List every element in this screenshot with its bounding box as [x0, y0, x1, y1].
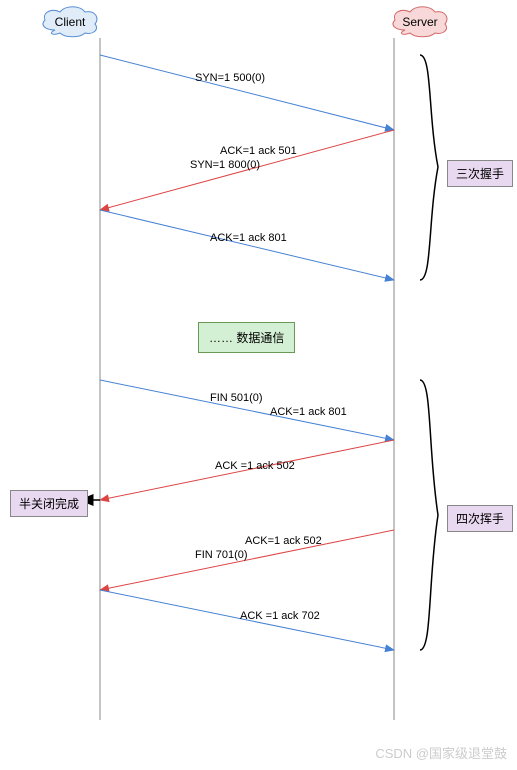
wave-brace: [420, 380, 438, 650]
fin1-arrow: [100, 380, 394, 440]
halfclose-label-box: 半关闭完成: [10, 490, 88, 517]
server-label: Server: [402, 15, 437, 29]
handshake-label-box: 三次握手: [447, 160, 513, 187]
msg-ack3: ACK =1 ack 502: [215, 460, 295, 472]
sequence-diagram: Client Server: [0, 0, 517, 770]
msg-fin1: FIN 501(0): [210, 392, 263, 404]
server-node: Server: [393, 7, 447, 37]
msg-ack1: ACK=1 ack 501: [220, 145, 297, 157]
client-label: Client: [55, 15, 86, 29]
handshake-brace: [420, 55, 438, 280]
wave-label-box: 四次挥手: [447, 505, 513, 532]
msg-syn1: SYN=1 500(0): [195, 72, 265, 84]
msg-ack2: ACK=1 ack 801: [210, 232, 287, 244]
msg-ack4: ACK=1 ack 502: [245, 535, 322, 547]
client-node: Client: [43, 7, 97, 37]
msg-fin1-ack: ACK=1 ack 801: [270, 406, 347, 418]
data-comm-box: …… 数据通信: [198, 322, 295, 353]
watermark: CSDN @国家级退堂鼓: [375, 743, 507, 762]
msg-fin2: FIN 701(0): [195, 549, 248, 561]
msg-ack5: ACK =1 ack 702: [240, 610, 320, 622]
syn-arrow: [100, 55, 394, 130]
ack-arrow: [100, 210, 394, 280]
msg-syn2: SYN=1 800(0): [190, 159, 260, 171]
